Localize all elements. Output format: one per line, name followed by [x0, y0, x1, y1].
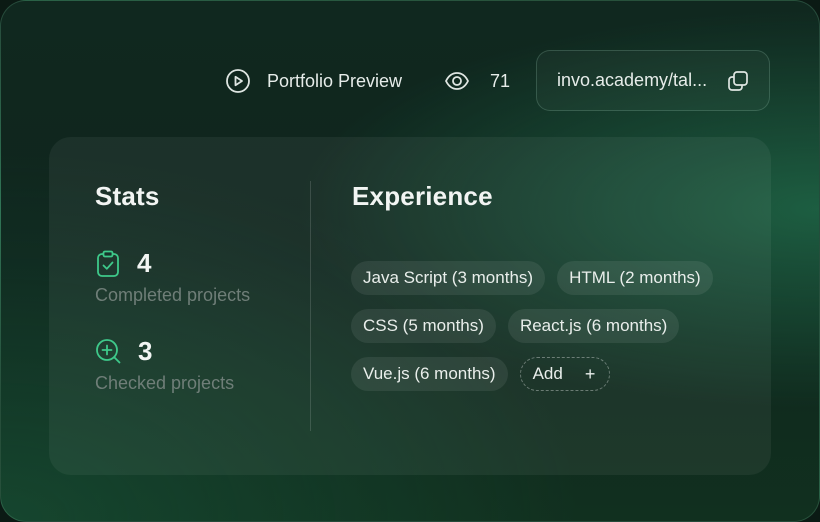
profile-panel: Stats 4 Completed projects 3 Checked pro… — [49, 137, 771, 475]
search-plus-icon — [95, 338, 122, 365]
section-divider — [310, 181, 311, 431]
portfolio-card: Portfolio Preview 71 invo.academy/tal...… — [0, 0, 820, 522]
experience-tag[interactable]: React.js (6 months) — [507, 309, 680, 343]
experience-tag[interactable]: CSS (5 months) — [351, 309, 496, 343]
clipboard-check-icon — [95, 250, 121, 278]
experience-title: Experience — [352, 181, 493, 211]
plus-icon: + — [584, 363, 596, 384]
experience-tags: Java Script (3 months) HTML (2 months) C… — [351, 261, 743, 391]
experience-tag[interactable]: HTML (2 months) — [557, 261, 713, 295]
checked-projects-stat: 3 Checked projects — [95, 336, 234, 394]
experience-tag[interactable]: Vue.js (6 months) — [351, 357, 508, 391]
add-label: Add — [532, 364, 563, 383]
views-count: 71 — [490, 70, 511, 91]
stats-title: Stats — [95, 181, 160, 211]
portfolio-url-field[interactable]: invo.academy/tal... — [536, 50, 770, 111]
eye-icon — [444, 68, 470, 94]
portfolio-url: invo.academy/tal... — [557, 70, 708, 90]
experience-tag[interactable]: Java Script (3 months) — [351, 261, 546, 295]
play-circle-icon — [225, 68, 251, 94]
completed-projects-label: Completed projects — [95, 285, 251, 305]
add-experience-button[interactable]: Add + — [519, 357, 611, 391]
checked-projects-label: Checked projects — [95, 373, 235, 393]
completed-projects-stat: 4 Completed projects — [95, 248, 250, 306]
views-counter: 71 — [444, 67, 510, 95]
copy-icon[interactable] — [727, 70, 749, 92]
checked-projects-count: 3 — [138, 336, 153, 366]
completed-projects-count: 4 — [137, 248, 152, 278]
portfolio-preview-button[interactable]: Portfolio Preview — [225, 67, 402, 95]
portfolio-preview-label: Portfolio Preview — [267, 70, 403, 91]
